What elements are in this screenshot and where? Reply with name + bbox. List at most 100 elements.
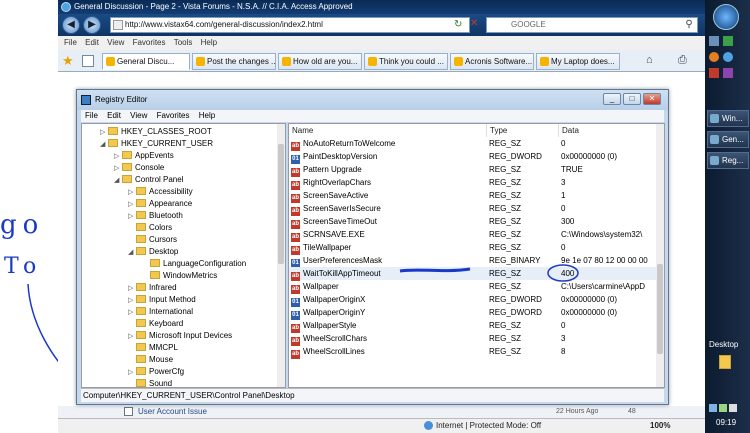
tree-node-desktop[interactable]: ◢ Desktop <box>128 246 178 258</box>
tree-node-cursors[interactable]: Cursors <box>128 234 177 246</box>
tree-node-international[interactable]: ▷ International <box>128 306 193 318</box>
search-input[interactable]: GOOGLE <box>486 17 698 33</box>
folder-icon <box>150 271 160 279</box>
print-icon[interactable]: ⎙ <box>678 54 690 66</box>
favorites-star-icon[interactable]: ★ <box>62 54 76 68</box>
checkbox-icon[interactable] <box>124 407 133 416</box>
quick-launch-icon[interactable] <box>723 68 733 78</box>
quick-tabs-icon[interactable] <box>82 55 94 67</box>
value-row[interactable]: 01 UserPreferencesMask REG_BINARY 9e 1e 07 … <box>289 254 664 268</box>
taskbar-item-general[interactable]: Gen... <box>707 131 749 148</box>
back-button[interactable]: ◀ <box>62 16 80 34</box>
tree-node-sound[interactable]: Sound <box>128 378 172 387</box>
tree-node-powercfg[interactable]: ▷ PowerCfg <box>128 366 184 378</box>
menu-edit[interactable]: Edit <box>85 38 99 47</box>
tray-icon[interactable] <box>729 404 737 412</box>
tab-post-the-changes[interactable]: Post the changes ... <box>192 53 276 70</box>
forum-row-time: 22 Hours Ago <box>556 408 599 415</box>
tree-node-console[interactable]: ▷ Console <box>114 162 164 174</box>
value-row[interactable]: 01 PaintDesktopVersion REG_DWORD 0x00000000… <box>289 150 664 164</box>
clock[interactable]: 09:19 <box>716 418 736 427</box>
tree-node-colors[interactable]: Colors <box>128 222 172 234</box>
home-icon[interactable]: ⌂ <box>646 54 658 66</box>
scrollbar-thumb[interactable] <box>278 144 284 264</box>
column-header-data[interactable]: Data <box>559 124 657 137</box>
value-row[interactable]: ab NoAutoReturnToWelcome REG_SZ 0 <box>289 137 664 151</box>
value-data: 1 <box>561 191 566 200</box>
value-row[interactable]: ab ScreenSaveActive REG_SZ 1 <box>289 189 664 203</box>
ie-icon[interactable] <box>723 52 733 62</box>
quick-launch-icon[interactable] <box>723 36 733 46</box>
tree-node-appearance[interactable]: ▷ Appearance <box>128 198 192 210</box>
menu-help[interactable]: Help <box>201 38 217 47</box>
tree-node-windowmetrics[interactable]: WindowMetrics <box>142 270 217 282</box>
maximize-button[interactable]: □ <box>623 93 641 105</box>
tree-node-mmcpl[interactable]: MMCPL <box>128 342 178 354</box>
value-row[interactable]: ab SCRNSAVE.EXE REG_SZ C:\Windows\system32\ <box>289 228 664 242</box>
value-row[interactable]: ab WaitToKillAppTimeout REG_SZ 400 <box>289 267 664 281</box>
value-row[interactable]: ab ScreenSaveTimeOut REG_SZ 300 <box>289 215 664 229</box>
firefox-icon[interactable] <box>709 52 719 62</box>
value-row[interactable]: 01 WallpaperOriginY REG_DWORD 0x00000000 (0… <box>289 306 664 320</box>
tab-think-you-could[interactable]: Think you could ... <box>364 53 448 70</box>
taskbar-item-windows[interactable]: Win... <box>707 110 749 127</box>
regedit-menu-favorites[interactable]: Favorites <box>157 111 190 120</box>
tree-node-appevents[interactable]: ▷ AppEvents <box>114 150 174 162</box>
menu-favorites[interactable]: Favorites <box>133 38 166 47</box>
value-row[interactable]: ab Pattern Upgrade REG_SZ TRUE <box>289 163 664 177</box>
quick-launch-icon[interactable] <box>709 36 719 46</box>
zoom-level[interactable]: 100% <box>650 419 670 433</box>
stop-icon[interactable]: ✕ <box>470 18 482 30</box>
address-bar[interactable]: http://www.vistax64.com/general-discussi… <box>110 17 470 33</box>
value-row[interactable]: ab Wallpaper REG_SZ C:\Users\carmine\AppD <box>289 280 664 294</box>
tab-acronis-software[interactable]: Acronis Software... <box>450 53 534 70</box>
tree-node-control-panel[interactable]: ◢ Control Panel <box>114 174 183 186</box>
tree-node-bluetooth[interactable]: ▷ Bluetooth <box>128 210 183 222</box>
tree-node-accessibility[interactable]: ▷ Accessibility <box>128 186 193 198</box>
value-row[interactable]: ab ScreenSaverIsSecure REG_SZ 0 <box>289 202 664 216</box>
regedit-menu-view[interactable]: View <box>130 111 147 120</box>
tree-node-keyboard[interactable]: Keyboard <box>128 318 183 330</box>
menu-tools[interactable]: Tools <box>174 38 193 47</box>
regedit-menu-edit[interactable]: Edit <box>107 111 121 120</box>
regedit-menu-file[interactable]: File <box>85 111 98 120</box>
values-scrollbar[interactable] <box>656 124 664 387</box>
folder-icon <box>136 199 146 207</box>
refresh-icon[interactable]: ↻ <box>454 19 466 31</box>
column-header-type[interactable]: Type <box>487 124 559 137</box>
quick-launch-icon[interactable] <box>709 68 719 78</box>
tree-node-hkcu[interactable]: ◢ HKEY_CURRENT_USER <box>100 138 213 150</box>
taskbar-item-registry[interactable]: Reg... <box>707 152 749 169</box>
tree-scrollbar[interactable] <box>277 124 285 387</box>
tray-icon[interactable] <box>719 404 727 412</box>
tree-node-mouse[interactable]: Mouse <box>128 354 173 366</box>
scrollbar-thumb[interactable] <box>657 264 663 354</box>
value-row[interactable]: ab TileWallpaper REG_SZ 0 <box>289 241 664 255</box>
tree-node-infrared[interactable]: ▷ Infrared <box>128 282 177 294</box>
tree-node-input-method[interactable]: ▷ Input Method <box>128 294 196 306</box>
minimize-button[interactable]: _ <box>603 93 621 105</box>
value-row[interactable]: ab WheelScrollLines REG_SZ 8 <box>289 345 664 359</box>
forum-row-title[interactable]: User Account Issue <box>138 406 207 418</box>
tab-how-old-are-you[interactable]: How old are you... <box>278 53 362 70</box>
tab-general-discussion[interactable]: General Discu... <box>102 53 190 70</box>
column-header-name[interactable]: Name <box>289 124 487 137</box>
value-row[interactable]: ab WallpaperStyle REG_SZ 0 <box>289 319 664 333</box>
desktop-folder-icon[interactable] <box>719 355 731 369</box>
tree-node-hkcr[interactable]: ▷ HKEY_CLASSES_ROOT <box>100 126 212 138</box>
value-row[interactable]: ab WheelScrollChars REG_SZ 3 <box>289 332 664 346</box>
search-icon[interactable]: ⚲ <box>682 18 696 32</box>
tray-icon[interactable] <box>709 404 717 412</box>
value-row[interactable]: 01 WallpaperOriginX REG_DWORD 0x00000000 (0… <box>289 293 664 307</box>
tree-node-languageconfiguration[interactable]: LanguageConfiguration <box>142 258 246 270</box>
close-button[interactable]: ✕ <box>643 93 661 105</box>
regedit-menu-help[interactable]: Help <box>199 111 215 120</box>
value-row[interactable]: ab RightOverlapChars REG_SZ 3 <box>289 176 664 190</box>
tree-node-microsoft-input-devices[interactable]: ▷ Microsoft Input Devices <box>128 330 232 342</box>
menu-view[interactable]: View <box>107 38 124 47</box>
menu-file[interactable]: File <box>64 38 77 47</box>
forward-button[interactable]: ▶ <box>83 16 101 34</box>
start-orb-icon[interactable] <box>713 4 739 30</box>
tree-node-label: Accessibility <box>149 187 193 196</box>
tab-my-laptop-does[interactable]: My Laptop does... <box>536 53 620 70</box>
